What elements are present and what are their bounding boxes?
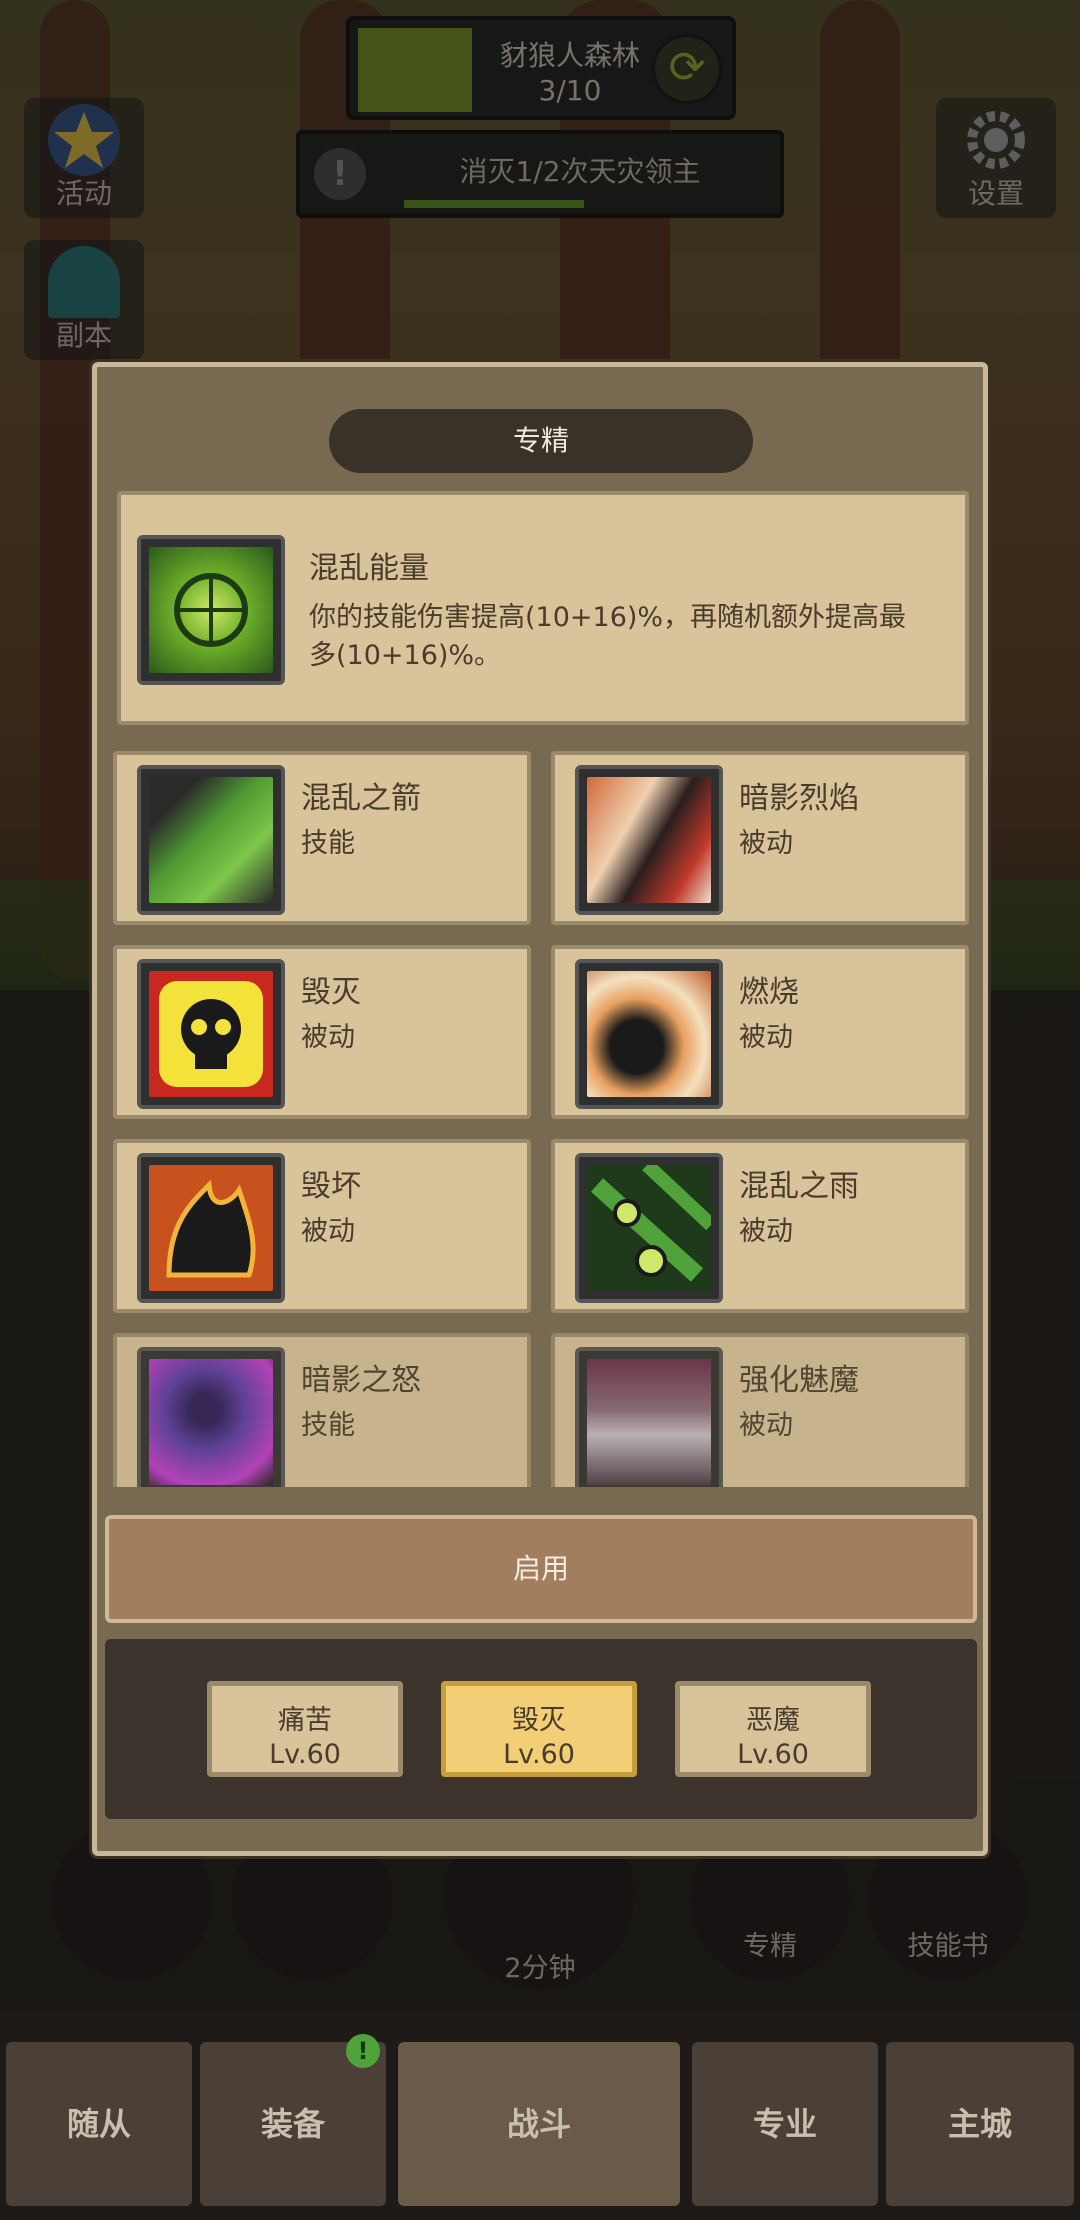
skill-name: 毁灭 (301, 975, 361, 1010)
skill-name: 强化魅魔 (739, 1363, 859, 1398)
spec-tab-name: 毁灭 (512, 1705, 566, 1736)
current-spec-name: 混乱能量 (309, 551, 429, 586)
skill-name: 混乱之箭 (301, 781, 421, 816)
modal-title: 专精 (329, 409, 753, 473)
immolate-icon (575, 959, 723, 1109)
skill-card[interactable]: 毁坏 被动 (113, 1139, 531, 1313)
spec-tab-level: Lv.60 (269, 1739, 341, 1770)
skill-list[interactable]: 混乱之箭 技能 暗影烈焰 被动 毁灭 被动 燃烧 被动 毁坏 被动 混乱之雨 被… (113, 751, 977, 1487)
spec-tab-destruction[interactable]: 毁灭 Lv.60 (441, 1681, 637, 1777)
nav-profession[interactable]: 专业 (692, 2042, 878, 2206)
shadowburn-icon (575, 765, 723, 915)
spec-tab-level: Lv.60 (503, 1739, 575, 1770)
skill-card[interactable]: 混乱之雨 被动 (551, 1139, 969, 1313)
skill-kind: 被动 (739, 1022, 793, 1053)
enable-button[interactable]: 启用 (105, 1515, 977, 1623)
skill-card[interactable]: 暗影烈焰 被动 (551, 751, 969, 925)
skill-card[interactable]: 暗影之怒 技能 (113, 1333, 531, 1487)
skill-name: 燃烧 (739, 975, 799, 1010)
skill-name: 暗影之怒 (301, 1363, 421, 1398)
skill-kind: 被动 (739, 1216, 793, 1247)
spec-tab-name: 痛苦 (278, 1705, 332, 1736)
spec-tab-affliction[interactable]: 痛苦 Lv.60 (207, 1681, 403, 1777)
rain-of-chaos-icon (575, 1153, 723, 1303)
spec-switcher: 痛苦 Lv.60 毁灭 Lv.60 恶魔 Lv.60 (105, 1639, 977, 1819)
skill-kind: 被动 (301, 1216, 355, 1247)
chaos-energy-icon (137, 535, 285, 685)
chaos-bolt-icon (137, 765, 285, 915)
spec-tab-name: 恶魔 (746, 1705, 800, 1736)
specialization-modal: 专精 混乱能量 你的技能伤害提高(10+16)%，再随机额外提高最多(10+16… (92, 362, 988, 1856)
skill-name: 毁坏 (301, 1169, 361, 1204)
skill-card[interactable]: 混乱之箭 技能 (113, 751, 531, 925)
spec-tab-level: Lv.60 (737, 1739, 809, 1770)
nav-battle[interactable]: 战斗 (398, 2042, 680, 2206)
skill-kind: 技能 (301, 828, 355, 859)
nav-followers[interactable]: 随从 (6, 2042, 192, 2206)
skill-card[interactable]: 强化魅魔 被动 (551, 1333, 969, 1487)
skill-kind: 被动 (739, 828, 793, 859)
skill-card[interactable]: 毁灭 被动 (113, 945, 531, 1119)
skill-name: 暗影烈焰 (739, 781, 859, 816)
succubus-icon (575, 1347, 723, 1487)
skill-kind: 技能 (301, 1410, 355, 1441)
conflagrate-icon (137, 1153, 285, 1303)
shadow-fury-icon (137, 1347, 285, 1487)
skill-kind: 被动 (301, 1022, 355, 1053)
current-spec-card: 混乱能量 你的技能伤害提高(10+16)%，再随机额外提高最多(10+16)%。 (117, 491, 969, 725)
skill-card[interactable]: 燃烧 被动 (551, 945, 969, 1119)
skull-icon (137, 959, 285, 1109)
skill-kind: 被动 (739, 1410, 793, 1441)
current-spec-desc: 你的技能伤害提高(10+16)%，再随机额外提高最多(10+16)%。 (309, 602, 907, 671)
bottom-nav: 随从 装备 战斗 专业 主城 (0, 2010, 1080, 2220)
skill-name: 混乱之雨 (739, 1169, 859, 1204)
equipment-alert-badge: ! (346, 2034, 380, 2068)
spec-tab-demonology[interactable]: 恶魔 Lv.60 (675, 1681, 871, 1777)
nav-main-city[interactable]: 主城 (886, 2042, 1074, 2206)
